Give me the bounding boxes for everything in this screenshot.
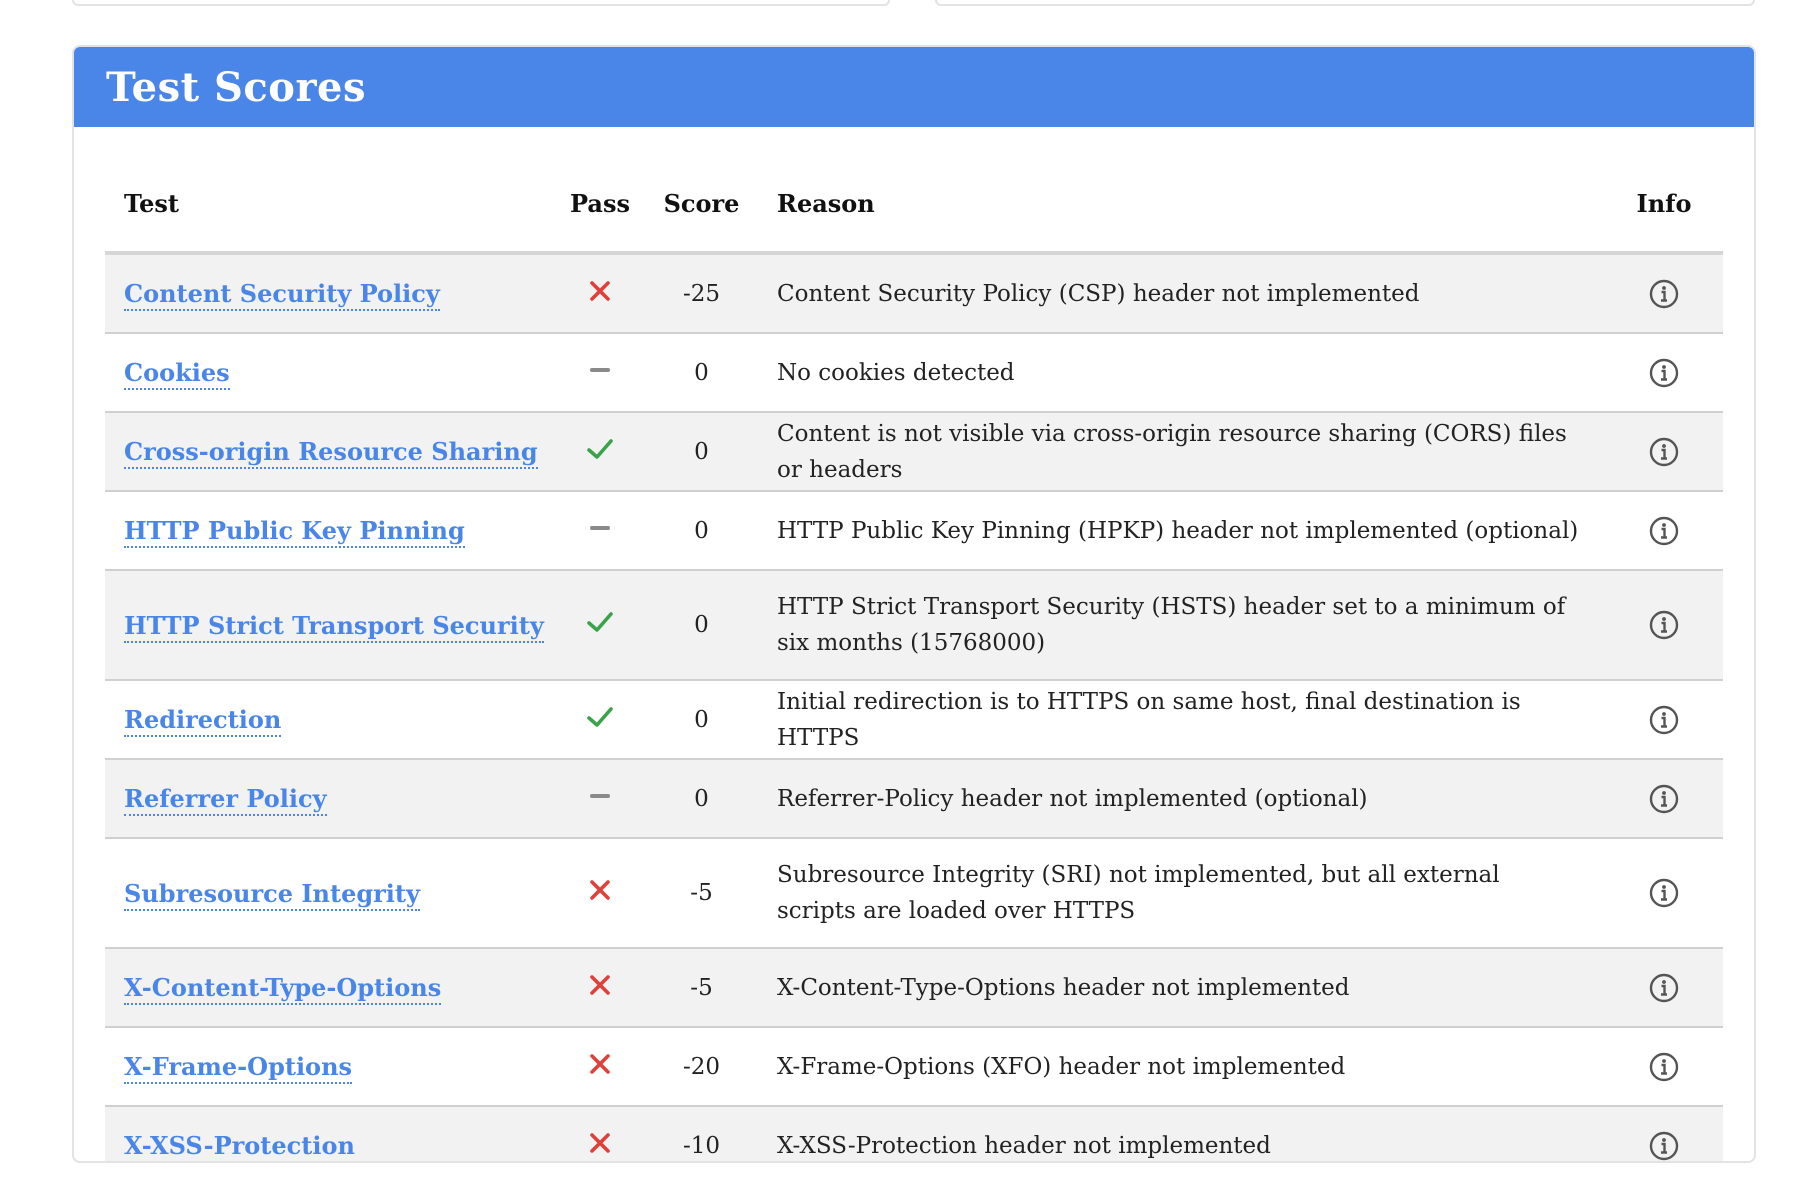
cross-icon: [588, 973, 612, 1003]
reason-text: No cookies detected: [777, 359, 1015, 386]
info-icon[interactable]: [1649, 705, 1679, 735]
score-value: 0: [694, 706, 709, 733]
check-icon: [586, 705, 614, 735]
cross-icon: [588, 878, 612, 908]
info-icon[interactable]: [1649, 437, 1679, 467]
info-icon[interactable]: [1649, 358, 1679, 388]
test-link-http-public-key-pinning[interactable]: HTTP Public Key Pinning: [124, 516, 465, 548]
table-row: Cookies 0 No cookies detected: [105, 333, 1723, 412]
cross-icon: [588, 1052, 612, 1082]
table-row: X-Frame-Options -20 X-Frame-Options (XFO…: [105, 1027, 1723, 1106]
score-value: -5: [690, 880, 713, 906]
reason-text: HTTP Strict Transport Security (HSTS) he…: [777, 594, 1566, 656]
panel-header: Test Scores: [74, 47, 1754, 127]
info-icon[interactable]: [1649, 516, 1679, 546]
table-row: HTTP Public Key Pinning 0 HTTP Public Ke…: [105, 491, 1723, 570]
score-value: 0: [694, 612, 709, 638]
cross-icon: [588, 279, 612, 309]
header-pass: Pass: [552, 155, 648, 255]
dash-icon: [590, 516, 610, 546]
test-link-redirection[interactable]: Redirection: [124, 705, 282, 737]
score-value: 0: [694, 438, 709, 465]
table-row: Cross-origin Resource Sharing 0 Content …: [105, 412, 1723, 491]
reason-text: X-XSS-Protection header not implemented: [777, 1132, 1271, 1159]
header-info: Info: [1605, 155, 1723, 255]
info-icon[interactable]: [1649, 279, 1679, 309]
table-row: X-Content-Type-Options -5 X-Content-Type…: [105, 948, 1723, 1027]
header-reason: Reason: [755, 155, 1605, 255]
score-value: 0: [694, 517, 709, 544]
table-row: Content Security Policy -25 Content Secu…: [105, 253, 1723, 333]
dash-icon: [590, 358, 610, 388]
test-link-x-content-type-options[interactable]: X-Content-Type-Options: [124, 973, 442, 1005]
reason-text: HTTP Public Key Pinning (HPKP) header no…: [777, 517, 1579, 544]
reason-text: Content is not visible via cross-origin …: [777, 420, 1567, 483]
info-icon[interactable]: [1649, 1131, 1679, 1161]
test-link-cookies[interactable]: Cookies: [124, 358, 230, 390]
test-link-x-xss-protection[interactable]: X-XSS-Protection: [124, 1131, 355, 1161]
info-icon[interactable]: [1649, 610, 1679, 640]
check-icon: [586, 437, 614, 467]
table-row: Subresource Integrity -5 Subresource Int…: [105, 838, 1723, 948]
check-icon: [586, 610, 614, 640]
info-icon[interactable]: [1649, 784, 1679, 814]
table-row: X-XSS-Protection -10 X-XSS-Protection he…: [105, 1106, 1723, 1161]
reason-text: Content Security Policy (CSP) header not…: [777, 280, 1420, 307]
score-value: -10: [682, 1132, 721, 1159]
score-value: 0: [694, 785, 709, 812]
test-link-content-security-policy[interactable]: Content Security Policy: [124, 279, 440, 311]
test-scores-panel: Test Scores Test Pass Score Reason Info …: [72, 45, 1756, 1163]
panel-title: Test Scores: [106, 63, 367, 111]
reason-text: Subresource Integrity (SRI) not implemen…: [777, 862, 1500, 924]
info-icon[interactable]: [1649, 973, 1679, 1003]
score-value: -25: [682, 280, 721, 307]
score-value: -20: [682, 1053, 721, 1080]
test-link-http-strict-transport-security[interactable]: HTTP Strict Transport Security: [124, 610, 544, 643]
test-link-x-frame-options[interactable]: X-Frame-Options: [124, 1052, 353, 1084]
test-link-cross-origin-resource-sharing[interactable]: Cross-origin Resource Sharing: [124, 437, 538, 469]
reason-text: X-Frame-Options (XFO) header not impleme…: [777, 1053, 1346, 1080]
info-icon[interactable]: [1649, 878, 1679, 908]
info-icon[interactable]: [1649, 1052, 1679, 1082]
reason-text: Initial redirection is to HTTPS on same …: [777, 688, 1521, 751]
top-card-right: [935, 0, 1755, 6]
cross-icon: [588, 1131, 612, 1161]
table-row: Redirection 0 Initial redirection is to …: [105, 680, 1723, 759]
reason-text: X-Content-Type-Options header not implem…: [777, 974, 1350, 1001]
table-row: HTTP Strict Transport Security 0 HTTP St…: [105, 570, 1723, 680]
dash-icon: [590, 784, 610, 814]
test-link-subresource-integrity[interactable]: Subresource Integrity: [124, 878, 420, 911]
test-scores-table: Test Pass Score Reason Info Content Secu…: [105, 155, 1723, 1161]
table-header-row: Test Pass Score Reason Info: [105, 155, 1723, 255]
header-test: Test: [105, 155, 552, 255]
score-value: -5: [690, 974, 713, 1001]
test-link-referrer-policy[interactable]: Referrer Policy: [124, 784, 327, 816]
header-score: Score: [648, 155, 755, 255]
reason-text: Referrer-Policy header not implemented (…: [777, 785, 1368, 812]
top-card-left: [72, 0, 890, 6]
score-value: 0: [694, 359, 709, 386]
table-row: Referrer Policy 0 Referrer-Policy header…: [105, 759, 1723, 838]
